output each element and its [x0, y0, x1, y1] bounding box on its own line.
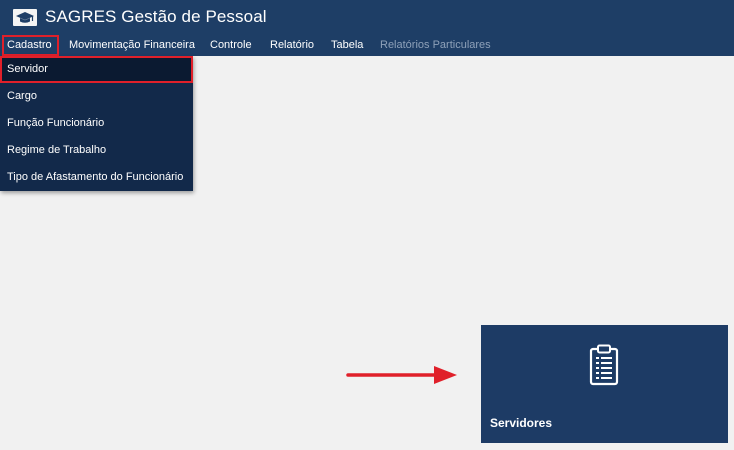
dropdown-item-cargo[interactable]: Cargo — [0, 83, 193, 110]
dropdown-item-servidor[interactable]: Servidor — [0, 56, 193, 83]
servidores-tile[interactable]: Servidores — [481, 325, 728, 443]
menu-cadastro[interactable]: Cadastro — [2, 35, 59, 56]
menu-bar: Cadastro Movimentação Financeira Control… — [0, 35, 734, 56]
arrow-right-icon — [346, 366, 457, 384]
menu-controle[interactable]: Controle — [210, 35, 252, 56]
clipboard-list-icon — [589, 344, 619, 386]
dropdown-item-regime-de-trabalho[interactable]: Regime de Trabalho — [0, 137, 193, 164]
dropdown-item-funcao-funcionario[interactable]: Função Funcionário — [0, 110, 193, 137]
menu-relatorios-particulares: Relatórios Particulares — [380, 39, 491, 51]
graduation-cap-icon — [13, 9, 37, 26]
dropdown-item-tipo-afastamento[interactable]: Tipo de Afastamento do Funcionário — [0, 164, 193, 191]
menu-relatorio[interactable]: Relatório — [270, 35, 314, 56]
menu-movimentacao-financeira[interactable]: Movimentação Financeira — [69, 35, 195, 56]
title-bar: SAGRES Gestão de Pessoal — [0, 0, 734, 35]
tile-label: Servidores — [490, 416, 553, 430]
menu-tabela[interactable]: Tabela — [331, 35, 363, 56]
cadastro-dropdown: Servidor Cargo Função Funcionário Regime… — [0, 56, 193, 191]
app-title: SAGRES Gestão de Pessoal — [45, 7, 267, 26]
